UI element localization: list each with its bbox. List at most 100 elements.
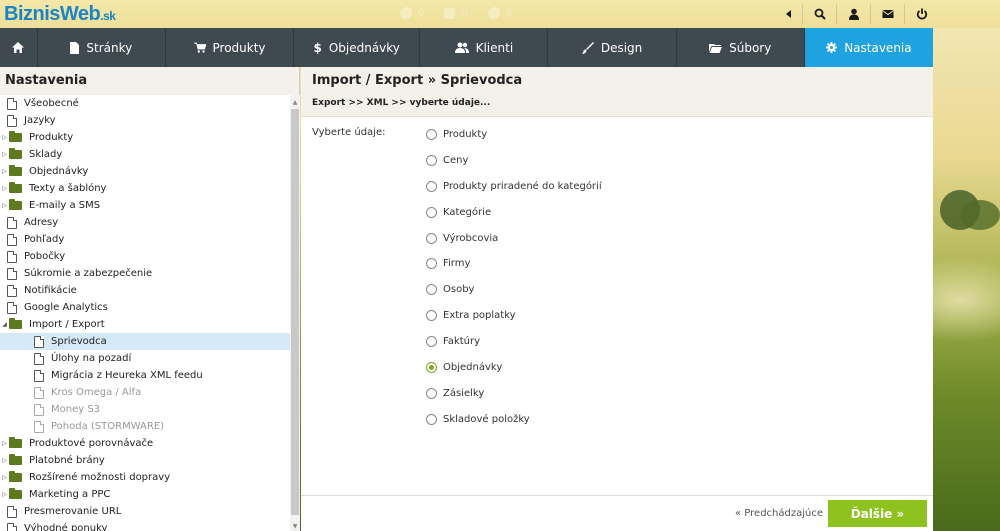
sidebar-item[interactable]: ▷ Produkty [0, 129, 290, 146]
expand-arrow-icon[interactable]: ▷ [0, 163, 9, 180]
sidebar-item[interactable]: ▷ Marketing a PPC [0, 486, 290, 503]
document-icon [7, 267, 17, 280]
logo[interactable]: BiznisWeb.sk [4, 3, 116, 26]
sidebar-item[interactable]: ▷ Objednávky [0, 163, 290, 180]
power-icon[interactable] [904, 4, 938, 24]
expand-arrow-icon[interactable]: ▷ [0, 146, 9, 163]
data-option[interactable]: Faktúry [426, 336, 602, 362]
sidebar-item[interactable]: Kros Omega / Alfa [0, 384, 290, 401]
collapse-arrow-icon[interactable]: ◢ [0, 316, 9, 333]
radio-button[interactable] [426, 284, 437, 296]
sidebar-item[interactable]: Adresy [0, 214, 290, 231]
nav-label: Nastavenia [844, 40, 912, 55]
expand-arrow-icon[interactable]: ▷ [0, 435, 9, 452]
expand-arrow-icon[interactable]: ▷ [0, 469, 9, 486]
sidebar-item[interactable]: ▷ E-maily a SMS [0, 197, 290, 214]
nav-subory[interactable]: Súbory [677, 28, 805, 67]
data-option[interactable]: Objednávky [426, 362, 602, 388]
counter-cart[interactable]: 0 [444, 7, 468, 19]
radio-button[interactable] [426, 336, 437, 348]
sidebar-item-label: Úlohy na pozadí [51, 353, 132, 364]
option-label: Firmy [443, 258, 471, 270]
expand-arrow-icon[interactable]: ▷ [0, 197, 9, 214]
nav-produkty[interactable]: Produkty [166, 28, 295, 67]
nav-design[interactable]: Design [548, 28, 677, 67]
sidebar-item[interactable]: ▷ Platobné brány [0, 452, 290, 469]
radio-button[interactable] [426, 362, 437, 374]
nav-objednavky[interactable]: $ Objednávky [294, 28, 421, 67]
expand-arrow-icon[interactable]: ▷ [0, 486, 9, 503]
counter-status[interactable]: 0 [487, 7, 512, 19]
data-option[interactable]: Produkty [426, 129, 602, 155]
radio-button[interactable] [426, 180, 437, 192]
next-button[interactable]: Ďalšie » [828, 500, 927, 527]
radio-button[interactable] [426, 154, 437, 166]
data-option[interactable]: Výrobcovia [426, 232, 602, 259]
cart-icon [193, 42, 206, 53]
sidebar-item[interactable]: Notifikácie [0, 282, 290, 299]
scrollbar-thumb[interactable] [291, 109, 299, 515]
data-option[interactable]: Zásielky [426, 387, 602, 414]
sidebar-item[interactable]: ▷ Rozšírené možnosti dopravy [0, 469, 290, 486]
radio-button[interactable] [426, 310, 437, 322]
expand-arrow-icon[interactable]: ▷ [0, 129, 9, 146]
nav-home[interactable] [0, 28, 38, 67]
option-label: Osoby [443, 284, 475, 296]
sidebar-scrollbar[interactable]: ▲ ▼ [290, 95, 300, 531]
sidebar-item[interactable]: Všeobecné [0, 95, 290, 112]
nav-nastavenia[interactable]: Nastavenia [804, 28, 933, 67]
radio-button[interactable] [426, 232, 437, 244]
sidebar-item[interactable]: Money S3 [0, 401, 290, 418]
radio-button[interactable] [426, 206, 437, 218]
sidebar-item[interactable]: Pobočky [0, 248, 290, 265]
sidebar-item-label: Produkty [29, 132, 74, 143]
sidebar-item[interactable]: ▷ Produktové porovnávače [0, 435, 290, 452]
nav-stranky[interactable]: Stránky [38, 28, 166, 67]
sidebar-item[interactable]: Súkromie a zabezpečenie [0, 265, 290, 282]
previous-link[interactable]: « Predchádzajúce [735, 508, 823, 519]
expand-arrow-icon[interactable]: ▷ [0, 180, 9, 197]
data-option[interactable]: Skladové položky [426, 413, 602, 440]
nav-label: Stránky [86, 40, 133, 55]
data-option[interactable]: Osoby [426, 284, 602, 310]
settings-tree: Všeobecné Jazyky ▷ Produkty ▷ Sklady ▷ Objednáv… [0, 95, 290, 531]
data-options: Produkty Ceny Produkty priradené do kategó… [426, 129, 602, 440]
sidebar-item[interactable]: Pohľady [0, 231, 290, 248]
document-icon [7, 250, 17, 263]
data-option[interactable]: Extra poplatky [426, 310, 602, 336]
sidebar-item[interactable]: Migrácia z Heureka XML feedu [0, 367, 290, 384]
radio-button[interactable] [426, 258, 437, 270]
sidebar-item[interactable]: Výhodné ponuky [0, 520, 290, 531]
data-option[interactable]: Ceny [426, 154, 602, 181]
radio-button[interactable] [426, 129, 437, 140]
counter-notifications[interactable]: 0 [400, 7, 424, 19]
sidebar-item[interactable]: Pohoda (STORMWARE) [0, 418, 290, 435]
search-icon[interactable] [802, 4, 836, 24]
option-label: Objednávky [443, 362, 503, 374]
sidebar-item[interactable]: Úlohy na pozadí [0, 350, 290, 367]
scroll-up-icon[interactable]: ▲ [290, 97, 300, 107]
sidebar-item[interactable]: ▷ Texty a šablóny [0, 180, 290, 197]
sidebar-item[interactable]: ◢ Import / Export [0, 316, 290, 333]
sidebar-item[interactable]: Presmerovanie URL [0, 503, 290, 520]
option-label: Produkty priradené do kategórií [443, 180, 602, 192]
mail-icon[interactable] [870, 4, 904, 24]
data-option[interactable]: Firmy [426, 258, 602, 284]
nav-klienti[interactable]: Klienti [420, 28, 549, 67]
scroll-down-icon[interactable]: ▼ [290, 521, 300, 531]
data-option[interactable]: Kategórie [426, 206, 602, 233]
sidebar-item[interactable]: Jazyky [0, 112, 290, 129]
radio-button[interactable] [426, 387, 437, 399]
data-option[interactable]: Produkty priradené do kategórií [426, 180, 602, 207]
back-arrow-icon[interactable] [776, 4, 802, 24]
radio-button[interactable] [426, 413, 437, 425]
expand-arrow-icon[interactable]: ▷ [0, 452, 9, 469]
sidebar-item[interactable]: Google Analytics [0, 299, 290, 316]
sidebar-item[interactable]: ▷ Sklady [0, 146, 290, 163]
sidebar-item[interactable]: Sprievodca [0, 333, 290, 350]
user-icon[interactable] [836, 4, 870, 24]
sidebar: Nastavenia Všeobecné Jazyky ▷ Produkty ▷ Skla… [0, 67, 300, 531]
